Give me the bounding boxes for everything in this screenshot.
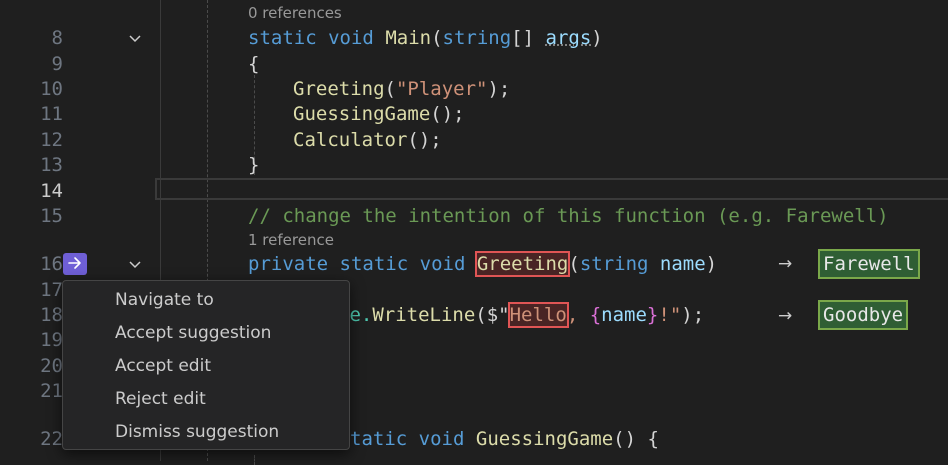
punct: ); [487, 78, 511, 100]
parameter: args [545, 27, 592, 49]
line-number: 12 [40, 129, 63, 151]
suggestion-goodbye[interactable]: Goodbye [818, 300, 909, 330]
edit-removed-hello[interactable]: Hello [507, 302, 569, 328]
keyword: static [339, 253, 409, 275]
line-number: 10 [40, 78, 63, 100]
punct: () { [613, 428, 659, 450]
suggestion-arrow: → [778, 254, 793, 274]
line-number: 8 [51, 27, 63, 49]
type: string [579, 253, 649, 275]
code-line-15[interactable]: // change the intention of this function… [248, 203, 889, 229]
type: string [442, 27, 512, 49]
line-number: 9 [51, 53, 63, 75]
parameter: name [601, 304, 647, 326]
punct: ($" [475, 304, 510, 326]
keyword: void [418, 428, 465, 450]
code-line-8[interactable]: static void Main(string[] args) [248, 25, 603, 51]
keyword: void [328, 27, 374, 49]
function-name: GuessingGame [475, 428, 614, 450]
function-name: Main [385, 27, 432, 49]
function-name: Calculator [293, 129, 408, 151]
menu-item-reject-edit[interactable]: Reject edit [115, 386, 206, 412]
code-line-16[interactable]: private static void Greeting(string name… [248, 251, 717, 277]
menu-item-navigate-to[interactable]: Navigate to [115, 287, 214, 313]
keyword: private [248, 253, 329, 275]
punct: ); [681, 304, 705, 326]
code-line-22[interactable]: tatic void GuessingGame() { [350, 426, 659, 452]
comment: // change the intention of this function… [248, 205, 889, 227]
indent-guide-body-2 [254, 455, 255, 465]
line-number: 11 [40, 103, 63, 125]
punct: ) [705, 253, 718, 275]
punct: ( [431, 27, 443, 49]
menu-item-accept-edit[interactable]: Accept edit [115, 353, 211, 379]
parameter: name [659, 253, 706, 275]
interp-brace: { [589, 304, 602, 326]
keyword: void [419, 253, 466, 275]
chevron-down-icon[interactable] [127, 256, 143, 272]
punct: (); [430, 103, 465, 125]
string: , [566, 304, 590, 326]
line-number: 21 [40, 380, 63, 402]
code-line-12[interactable]: Calculator(); [293, 127, 442, 153]
punct: [] [511, 27, 546, 49]
codelens-references[interactable]: 0 references [248, 3, 342, 23]
code-line-13[interactable]: } [248, 152, 259, 178]
function-name: GuessingGame [293, 103, 431, 125]
line-number: 16 [40, 253, 63, 275]
line-number: 19 [40, 329, 63, 351]
line-number: 20 [40, 355, 63, 377]
keyword: static [248, 27, 317, 49]
brace: { [248, 53, 260, 75]
codelens-references[interactable]: 1 reference [248, 230, 334, 250]
keyword: tatic [350, 428, 408, 450]
punct: ( [384, 78, 396, 100]
line-number: 22 [40, 428, 63, 450]
suggestion-farewell[interactable]: Farewell [818, 249, 920, 279]
brace: } [248, 154, 260, 176]
line-number: 15 [40, 205, 63, 227]
line-number: 17 [40, 279, 63, 301]
code-line-10[interactable]: Greeting("Player"); [293, 76, 510, 102]
code-line-18[interactable]: le.WriteLine($"Hello, {name}!"); [338, 302, 704, 328]
line-number-current: 14 [40, 180, 63, 202]
interp-brace: } [646, 304, 659, 326]
code-line-11[interactable]: GuessingGame(); [293, 101, 465, 127]
punct: ) [591, 27, 603, 49]
next-edit-suggestion-button[interactable] [63, 253, 87, 275]
suggestion-arrow: → [778, 306, 793, 326]
string: "Player" [395, 78, 488, 100]
punct: ( [568, 253, 580, 275]
line-number: 13 [40, 154, 63, 176]
function-name: Greeting [293, 78, 385, 100]
current-line-highlight [155, 178, 948, 200]
code-line-9[interactable]: { [248, 51, 259, 77]
suggestion-context-menu: Navigate to Accept suggestion Accept edi… [62, 280, 350, 450]
arrow-right-icon [67, 255, 83, 274]
punct: (); [407, 129, 442, 151]
function-name: WriteLine [372, 304, 476, 326]
line-number: 18 [40, 304, 63, 326]
chevron-down-icon[interactable] [127, 30, 143, 46]
menu-item-dismiss-suggestion[interactable]: Dismiss suggestion [115, 419, 279, 445]
string: !" [658, 304, 682, 326]
code-line-partial [293, 452, 593, 461]
menu-item-accept-suggestion[interactable]: Accept suggestion [115, 320, 271, 346]
edit-removed-greeting[interactable]: Greeting [474, 251, 571, 277]
